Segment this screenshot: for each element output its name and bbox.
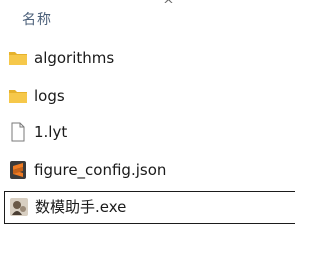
app-exe-icon xyxy=(9,197,29,217)
folder-icon xyxy=(8,86,28,106)
file-row-figure-config-json[interactable]: figure_config.json xyxy=(4,154,295,186)
folder-icon xyxy=(8,48,28,68)
file-name: 数模助手.exe xyxy=(35,198,127,216)
name-column-header[interactable]: 名称 xyxy=(22,9,52,29)
column-header: 名称 ^ xyxy=(0,0,295,34)
file-name: algorithms xyxy=(34,49,115,67)
file-name: figure_config.json xyxy=(34,161,167,179)
file-row-logs[interactable]: logs xyxy=(4,80,295,112)
sublime-text-file-icon xyxy=(8,160,28,180)
file-name: logs xyxy=(34,87,65,105)
file-row-app-exe[interactable]: 数模助手.exe xyxy=(4,191,295,224)
sort-ascending-icon[interactable]: ^ xyxy=(163,0,174,12)
file-name: 1.lyt xyxy=(34,123,68,141)
file-row-algorithms[interactable]: algorithms xyxy=(4,42,295,74)
file-row-1-lyt[interactable]: 1.lyt xyxy=(4,116,295,148)
blank-file-icon xyxy=(8,122,28,142)
